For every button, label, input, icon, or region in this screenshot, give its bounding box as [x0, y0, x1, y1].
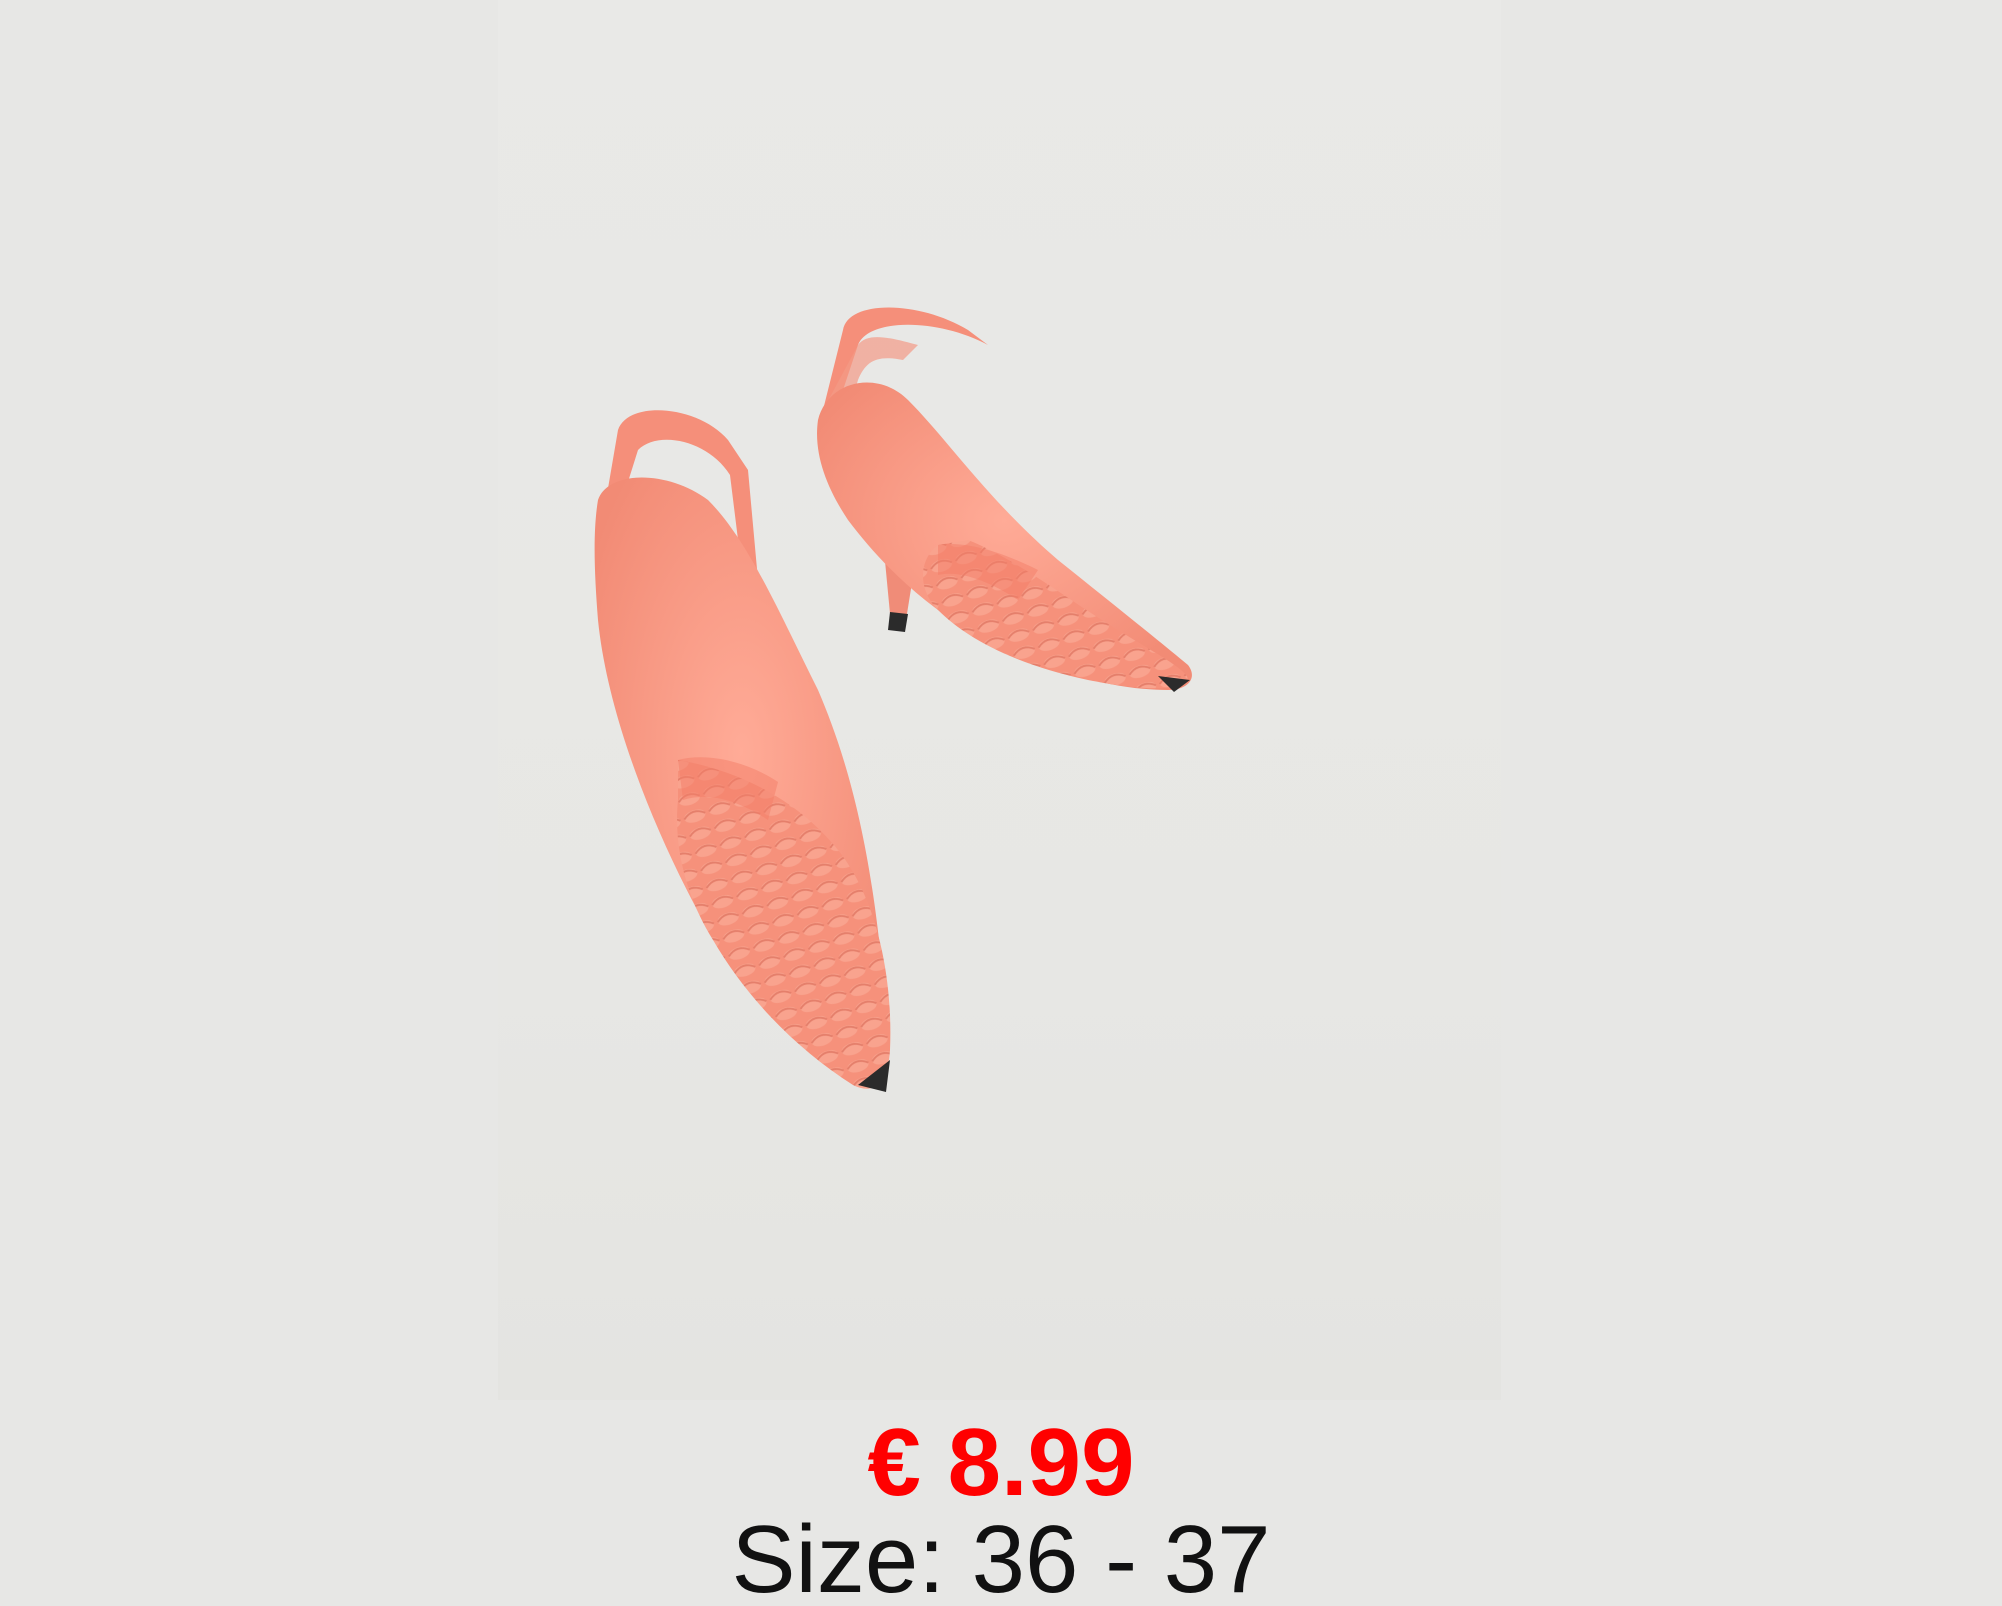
product-image[interactable]: [498, 0, 1501, 1400]
price-label: € 8.99: [867, 1409, 1135, 1516]
size-label: Size: 36 - 37: [731, 1506, 1271, 1606]
right-shoe: [817, 307, 1192, 692]
woven-slingback-heels-icon: [594, 307, 1192, 1092]
product-card: € 8.99 Size: 36 - 37: [0, 0, 2002, 1606]
